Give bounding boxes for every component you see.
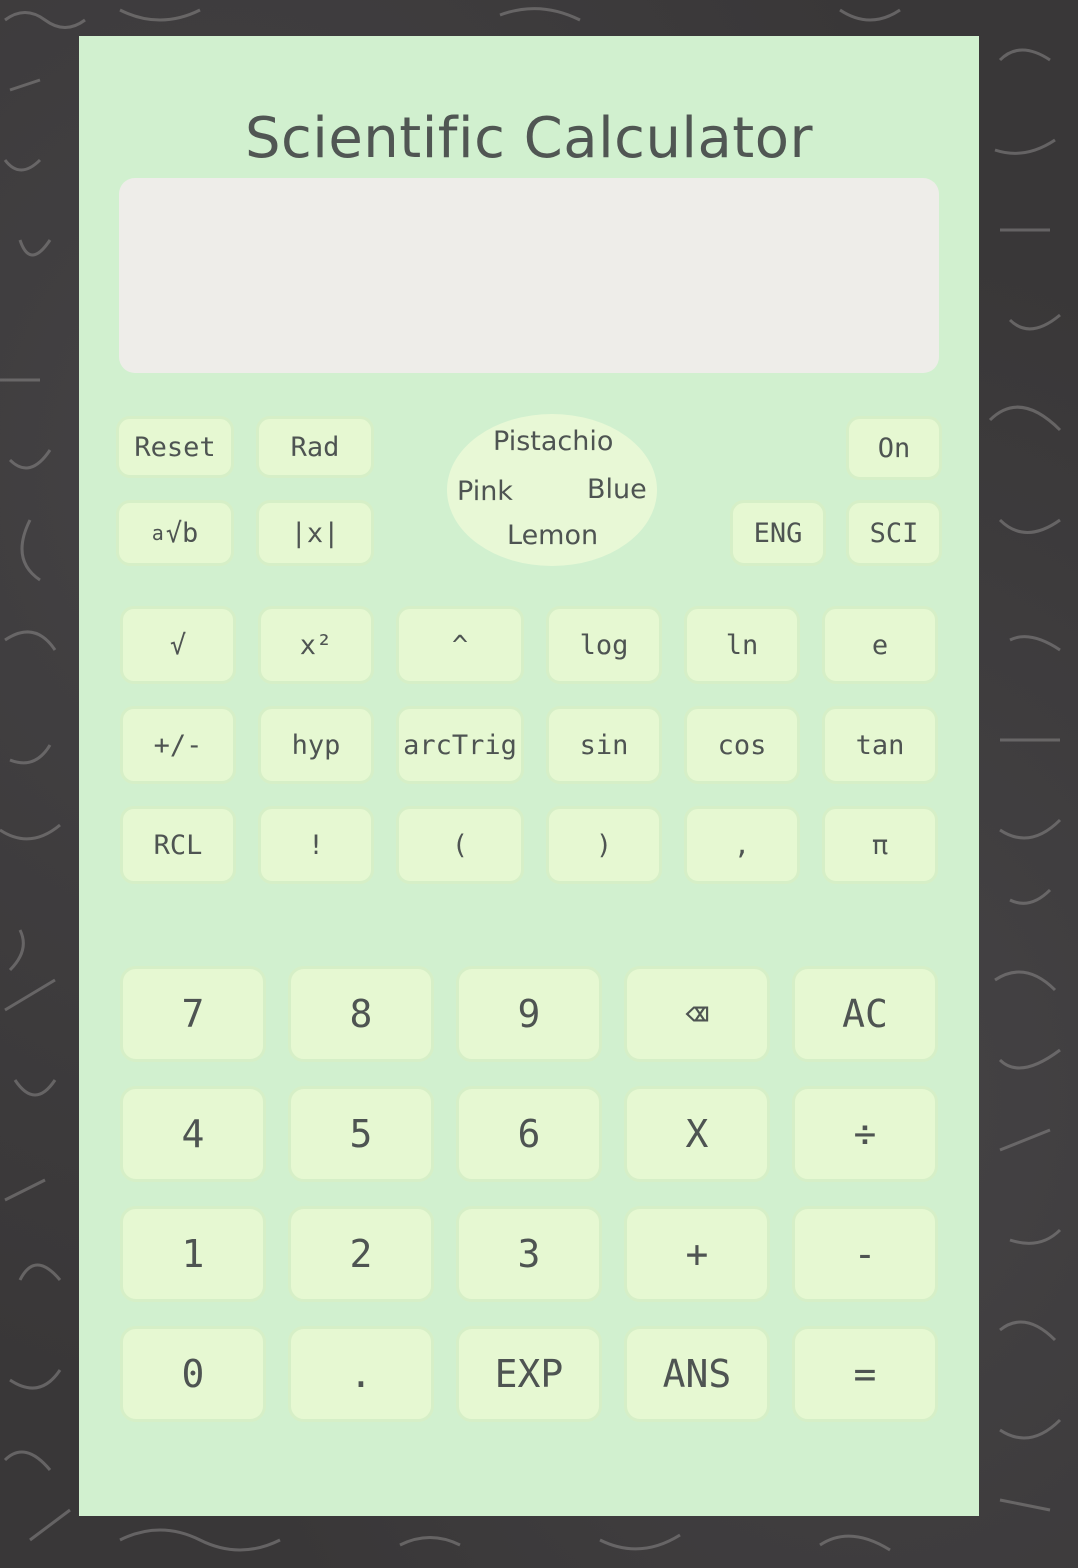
digit-7-button[interactable]: 7 [120, 966, 266, 1062]
factorial-button[interactable]: ! [258, 806, 374, 884]
all-clear-button[interactable]: AC [792, 966, 938, 1062]
add-button[interactable]: + [624, 1206, 770, 1302]
ln-button[interactable]: ln [684, 606, 800, 684]
backspace-button[interactable]: ⌫ [624, 966, 770, 1062]
square-button[interactable]: x² [258, 606, 374, 684]
digit-0-button[interactable]: 0 [120, 1326, 266, 1422]
arctrig-button[interactable]: arcTrig [396, 706, 524, 784]
recall-button[interactable]: RCL [120, 806, 236, 884]
digit-6-button[interactable]: 6 [456, 1086, 602, 1182]
calculator-panel: Scientific Calculator Reset Rad On a √b |… [79, 36, 979, 1516]
close-paren-button[interactable]: ) [546, 806, 662, 884]
digit-9-button[interactable]: 9 [456, 966, 602, 1062]
pi-button[interactable]: π [822, 806, 938, 884]
theme-option-pink[interactable]: Pink [457, 476, 513, 507]
open-paren-button[interactable]: ( [396, 806, 524, 884]
sqrt-button[interactable]: √ [120, 606, 236, 684]
theme-option-blue[interactable]: Blue [587, 474, 647, 505]
sin-button[interactable]: sin [546, 706, 662, 784]
equals-button[interactable]: = [792, 1326, 938, 1422]
digit-3-button[interactable]: 3 [456, 1206, 602, 1302]
digit-2-button[interactable]: 2 [288, 1206, 434, 1302]
rad-mode-button[interactable]: Rad [256, 416, 374, 478]
log-button[interactable]: log [546, 606, 662, 684]
negate-button[interactable]: +/- [120, 706, 236, 784]
reset-button[interactable]: Reset [116, 416, 234, 478]
sci-notation-button[interactable]: SCI [846, 500, 942, 566]
root-radicand-label: √b [165, 517, 199, 549]
subtract-button[interactable]: - [792, 1206, 938, 1302]
comma-button[interactable]: , [684, 806, 800, 884]
multiply-button[interactable]: X [624, 1086, 770, 1182]
digit-1-button[interactable]: 1 [120, 1206, 266, 1302]
power-button[interactable]: ^ [396, 606, 524, 684]
digit-5-button[interactable]: 5 [288, 1086, 434, 1182]
theme-option-lemon[interactable]: Lemon [507, 520, 598, 551]
on-button[interactable]: On [846, 416, 942, 480]
app-title: Scientific Calculator [244, 106, 814, 171]
digit-8-button[interactable]: 8 [288, 966, 434, 1062]
digit-4-button[interactable]: 4 [120, 1086, 266, 1182]
tan-button[interactable]: tan [822, 706, 938, 784]
exp-button[interactable]: EXP [456, 1326, 602, 1422]
root-index-label: a [151, 521, 164, 545]
nth-root-button[interactable]: a √b [116, 500, 234, 566]
e-constant-button[interactable]: e [822, 606, 938, 684]
answer-button[interactable]: ANS [624, 1326, 770, 1422]
cos-button[interactable]: cos [684, 706, 800, 784]
divide-button[interactable]: ÷ [792, 1086, 938, 1182]
abs-value-button[interactable]: |x| [256, 500, 374, 566]
theme-option-pistachio[interactable]: Pistachio [493, 426, 613, 457]
calculator-display [119, 178, 939, 373]
decimal-point-button[interactable]: . [288, 1326, 434, 1422]
theme-selector: Pistachio Pink Blue Lemon [447, 414, 657, 566]
hyp-button[interactable]: hyp [258, 706, 374, 784]
eng-notation-button[interactable]: ENG [730, 500, 826, 566]
